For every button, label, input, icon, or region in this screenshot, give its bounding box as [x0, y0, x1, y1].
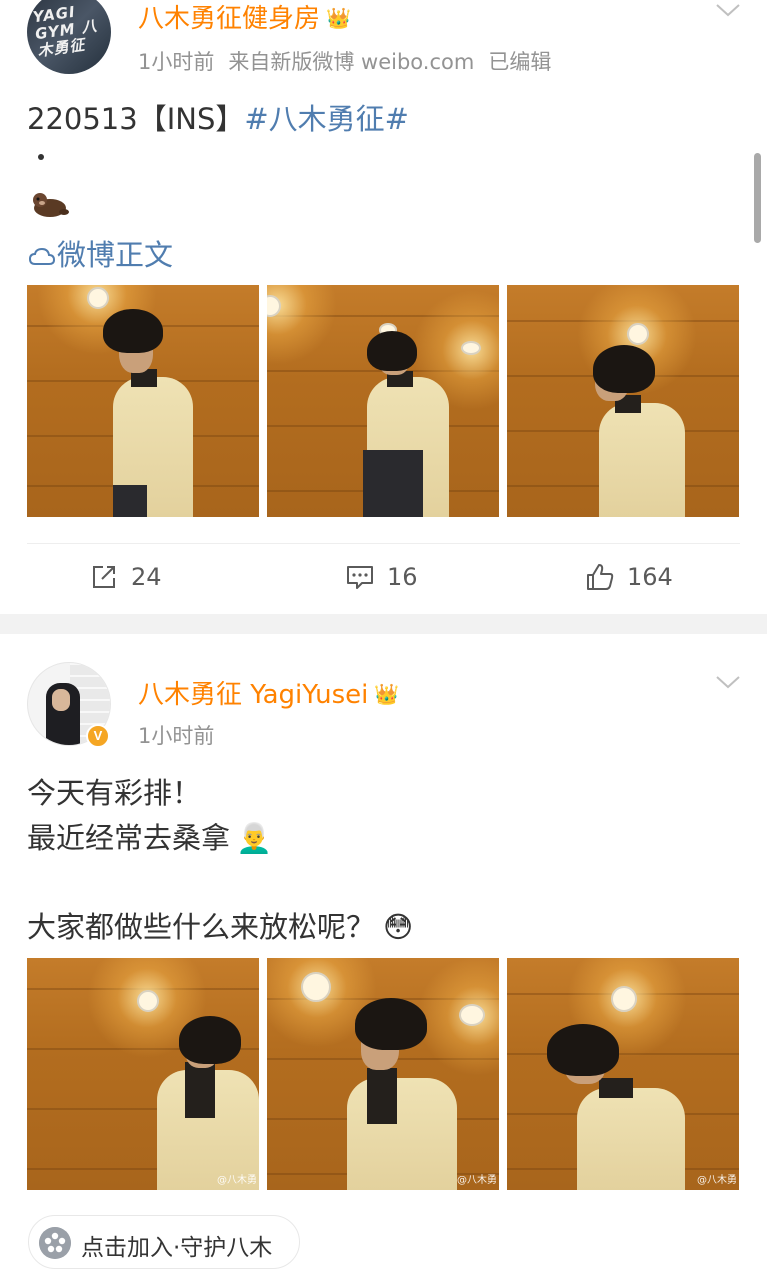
action-bar: 24 16 164	[27, 543, 740, 613]
post-text-line-3-text: 大家都做些什么来放松呢？	[27, 910, 376, 944]
post-text: 220513【INS】#八木勇征#	[27, 96, 409, 138]
post-separator	[0, 614, 767, 634]
wall-lamp	[301, 972, 331, 1002]
post-source: 来自新版微博 weibo.com	[228, 50, 475, 74]
scrollbar-thumb[interactable]	[754, 153, 761, 243]
post-image-1[interactable]	[27, 285, 259, 517]
wall-lamp	[459, 1004, 485, 1026]
weibo-article-link[interactable]: 微博正文	[29, 232, 173, 274]
like-button[interactable]: 164	[585, 562, 673, 592]
feed-post-1: YAGI GYM 八木勇征 八木勇征健身房 👑 1小时前 来自新版微博 weibo.…	[0, 0, 767, 614]
image-watermark: @八木勇	[697, 1175, 737, 1186]
repost-icon	[93, 566, 115, 588]
username-text[interactable]: 八木勇征健身房	[138, 4, 320, 34]
avatar-logo-text: YAGI GYM 八木勇征	[31, 2, 99, 61]
crown-icon: 👑	[374, 682, 400, 706]
post-text-line-3: 大家都做些什么来放松呢？ 😳	[27, 904, 413, 946]
post-text-line-2: 最近经常去桑拿 👨‍🦳	[27, 815, 272, 857]
post-text-line-2-text: 最近经常去桑拿	[27, 821, 231, 855]
comment-count: 16	[387, 563, 418, 591]
post-image-3[interactable]	[507, 285, 739, 517]
username[interactable]: 八木勇征健身房 👑	[138, 0, 351, 35]
feed-post-2: V 八木勇征 YagiYusei 👑 1小时前 今天有彩排！ 最近经常去桑拿 👨‍🦳…	[0, 634, 767, 1280]
post-image-5[interactable]: @八木勇	[267, 958, 499, 1190]
sauna-emoji-icon: 👨‍🦳	[236, 821, 273, 855]
topic-link[interactable]: #八木勇征#	[244, 102, 409, 136]
image-watermark: @八木勇	[457, 1175, 497, 1186]
post-time: 1小时前	[138, 50, 215, 74]
chevron-down-icon[interactable]	[714, 672, 742, 692]
edited-label: 已编辑	[488, 50, 552, 74]
repost-button[interactable]: 24	[89, 562, 162, 592]
join-fan-group-label[interactable]: 点击加入·守护八木	[81, 1228, 272, 1262]
comment-icon	[347, 566, 373, 589]
post-meta: 1小时前	[138, 720, 214, 750]
fan-group-icon	[39, 1227, 71, 1259]
post-image-4[interactable]	[27, 958, 259, 1190]
weibo-link-label[interactable]: 微博正文	[57, 238, 173, 272]
wall-lamp	[137, 990, 159, 1012]
post-image-6[interactable]: @八木勇	[507, 958, 739, 1190]
username-text[interactable]: 八木勇征 YagiYusei	[138, 680, 368, 710]
join-fan-group-button[interactable]: 点击加入·守护八木	[28, 1215, 300, 1269]
crown-icon: 👑	[326, 6, 351, 30]
wall-lamp	[611, 986, 637, 1012]
repost-count: 24	[131, 563, 162, 591]
avatar[interactable]: YAGI GYM 八木勇征	[27, 0, 111, 74]
wall-lamp	[461, 341, 481, 355]
verified-badge-icon: V	[86, 724, 110, 748]
otter-emoji-icon	[33, 193, 69, 217]
flushed-emoji-icon: 😳	[383, 910, 414, 944]
weibo-link-icon	[29, 247, 55, 265]
bullet-dot	[38, 154, 44, 160]
post-text-line-1: 今天有彩排！	[27, 776, 202, 810]
post-text-prefix: 220513【INS】	[27, 102, 245, 136]
post-meta: 1小时前 来自新版微博 weibo.com 已编辑	[138, 46, 551, 76]
comment-button[interactable]: 16	[345, 562, 418, 592]
username[interactable]: 八木勇征 YagiYusei 👑	[138, 674, 399, 711]
wall-lamp	[627, 323, 649, 345]
chevron-down-icon[interactable]	[714, 0, 742, 20]
wall-lamp	[87, 287, 109, 309]
like-count: 164	[627, 563, 673, 591]
like-icon	[587, 564, 614, 590]
post-image-2[interactable]	[267, 285, 499, 517]
post-time: 1小时前	[138, 724, 215, 748]
